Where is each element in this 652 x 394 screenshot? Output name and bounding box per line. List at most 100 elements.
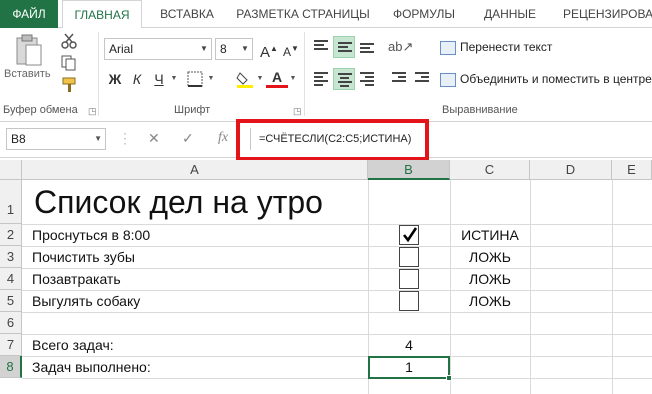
cell-a7[interactable]: Всего задач: xyxy=(24,337,114,353)
chevron-down-icon[interactable]: ▼ xyxy=(288,68,298,90)
checkbox-task-2[interactable] xyxy=(399,247,419,267)
formula-input[interactable]: =СЧЁТЕСЛИ(C2:C5;ИСТИНА) xyxy=(250,128,652,150)
column-header-d[interactable]: D xyxy=(530,160,612,180)
tab-review[interactable]: РЕЦЕНЗИРОВАН xyxy=(555,0,652,28)
gridline xyxy=(22,246,652,247)
column-header-e[interactable]: E xyxy=(612,160,652,180)
group-label-font: Шрифт xyxy=(174,104,211,116)
cell-c3[interactable]: ЛОЖЬ xyxy=(450,249,530,265)
chevron-down-icon[interactable]: ▼ xyxy=(94,129,102,149)
chevron-down-icon[interactable]: ▼ xyxy=(169,68,179,90)
format-painter-icon[interactable] xyxy=(60,76,78,94)
row-header-2[interactable]: 2 xyxy=(0,224,22,246)
selected-cell-border xyxy=(368,356,450,379)
formula-bar: B8 ▼ ⋮ ✕ ✓ fx =СЧЁТЕСЛИ(C2:C5;ИСТИНА) xyxy=(0,122,652,158)
cell-a5[interactable]: Выгулять собаку xyxy=(24,293,140,309)
wrap-text-button[interactable]: Перенести текст xyxy=(440,36,552,58)
cell-a2[interactable]: Проснуться в 8:00 xyxy=(24,227,150,243)
cut-icon[interactable] xyxy=(60,32,78,50)
column-header-c[interactable]: C xyxy=(450,160,530,180)
name-box[interactable]: B8 ▼ xyxy=(6,128,106,150)
column-header-a[interactable]: A xyxy=(22,160,368,180)
gridline xyxy=(612,180,613,394)
align-middle-icon[interactable] xyxy=(333,36,355,58)
ribbon-home: Вставить Буфер обмена ◳ Arial ▼ 8 ▼ A▲ A… xyxy=(0,28,652,122)
cell-c5[interactable]: ЛОЖЬ xyxy=(450,293,530,309)
cell-b7[interactable]: 4 xyxy=(368,337,450,353)
merge-center-button[interactable]: Объединить и поместить в центре xyxy=(440,68,652,90)
chevron-down-icon[interactable]: ▼ xyxy=(197,39,211,59)
underline-button[interactable]: Ч xyxy=(148,68,170,90)
select-all-corner[interactable] xyxy=(0,160,22,180)
row-header-5[interactable]: 5 xyxy=(0,290,22,312)
cell-a1[interactable]: Список дел на утро xyxy=(26,184,323,221)
wrap-text-label: Перенести текст xyxy=(460,40,553,54)
cancel-icon[interactable]: ✕ xyxy=(148,130,160,147)
worksheet-grid[interactable]: A B C D E 1 2 3 4 5 6 7 8 Список дел на … xyxy=(0,160,652,394)
gridline xyxy=(22,312,652,313)
tab-home[interactable]: ГЛАВНАЯ xyxy=(62,0,142,29)
cell-c2[interactable]: ИСТИНА xyxy=(450,227,530,243)
insert-function-icon[interactable]: fx xyxy=(218,130,228,146)
group-label-clipboard: Буфер обмена xyxy=(3,104,78,116)
tab-insert[interactable]: ВСТАВКА xyxy=(147,0,227,28)
chevron-down-icon[interactable]: ▼ xyxy=(238,39,252,59)
copy-icon[interactable] xyxy=(60,54,78,72)
increase-indent-icon[interactable] xyxy=(411,68,433,90)
borders-icon[interactable] xyxy=(184,68,206,90)
checkbox-task-1[interactable] xyxy=(399,225,419,245)
tab-file[interactable]: ФАЙЛ xyxy=(0,0,58,28)
cell-a8[interactable]: Задач выполнено: xyxy=(24,359,151,375)
merge-center-icon xyxy=(440,72,456,87)
clipboard-launcher-icon[interactable]: ◳ xyxy=(88,106,97,117)
tab-formulas[interactable]: ФОРМУЛЫ xyxy=(388,0,460,28)
align-bottom-icon[interactable] xyxy=(356,36,378,58)
cell-a3[interactable]: Почистить зубы xyxy=(24,249,135,265)
fill-handle[interactable] xyxy=(446,375,452,381)
align-top-icon[interactable] xyxy=(310,36,332,58)
more-icon: ⋮ xyxy=(118,130,132,146)
font-size-value: 8 xyxy=(220,42,227,56)
orientation-icon[interactable]: ab↗ xyxy=(388,36,413,58)
name-box-value: B8 xyxy=(11,132,26,146)
chevron-down-icon[interactable]: ▼ xyxy=(255,68,265,90)
row-header-8[interactable]: 8 xyxy=(0,356,22,378)
fill-color-icon[interactable] xyxy=(234,68,256,90)
decrease-font-icon[interactable]: A▼ xyxy=(280,38,302,60)
increase-font-icon[interactable]: A▲ xyxy=(258,38,280,61)
checkbox-task-4[interactable] xyxy=(399,291,419,311)
row-header-4[interactable]: 4 xyxy=(0,268,22,290)
gridline xyxy=(530,180,531,394)
row-header-1[interactable]: 1 xyxy=(0,180,22,224)
align-left-icon[interactable] xyxy=(310,68,332,90)
font-color-icon[interactable]: A xyxy=(266,68,288,88)
paste-icon[interactable] xyxy=(14,33,44,67)
italic-button[interactable]: К xyxy=(126,68,148,90)
gridline xyxy=(22,378,652,379)
font-size-combo[interactable]: 8 ▼ xyxy=(215,38,253,60)
font-name-combo[interactable]: Arial ▼ xyxy=(104,38,212,60)
align-center-icon[interactable] xyxy=(333,68,355,90)
column-header-b[interactable]: B xyxy=(368,160,450,180)
enter-icon[interactable]: ✓ xyxy=(182,130,194,147)
ribbon-tab-bar: ФАЙЛ ГЛАВНАЯ ВСТАВКА РАЗМЕТКА СТРАНИЦЫ Ф… xyxy=(0,0,652,29)
gridline xyxy=(22,268,652,269)
gridline xyxy=(22,334,652,335)
font-launcher-icon[interactable]: ◳ xyxy=(293,106,302,117)
row-header-7[interactable]: 7 xyxy=(0,334,22,356)
tab-page-layout[interactable]: РАЗМЕТКА СТРАНИЦЫ xyxy=(232,0,374,28)
checkmark-icon xyxy=(402,227,418,243)
checkbox-task-3[interactable] xyxy=(399,269,419,289)
cell-a4[interactable]: Позавтракать xyxy=(24,271,121,287)
paste-button[interactable]: Вставить xyxy=(4,68,51,80)
chevron-down-icon[interactable]: ▼ xyxy=(206,68,216,90)
align-right-icon[interactable] xyxy=(356,68,378,90)
gridline xyxy=(22,356,652,357)
bold-button[interactable]: Ж xyxy=(104,68,126,90)
tab-data[interactable]: ДАННЫЕ xyxy=(480,0,540,28)
row-header-3[interactable]: 3 xyxy=(0,246,22,268)
cell-c4[interactable]: ЛОЖЬ xyxy=(450,271,530,287)
group-divider xyxy=(304,32,305,116)
decrease-indent-icon[interactable] xyxy=(388,68,410,90)
row-header-6[interactable]: 6 xyxy=(0,312,22,334)
